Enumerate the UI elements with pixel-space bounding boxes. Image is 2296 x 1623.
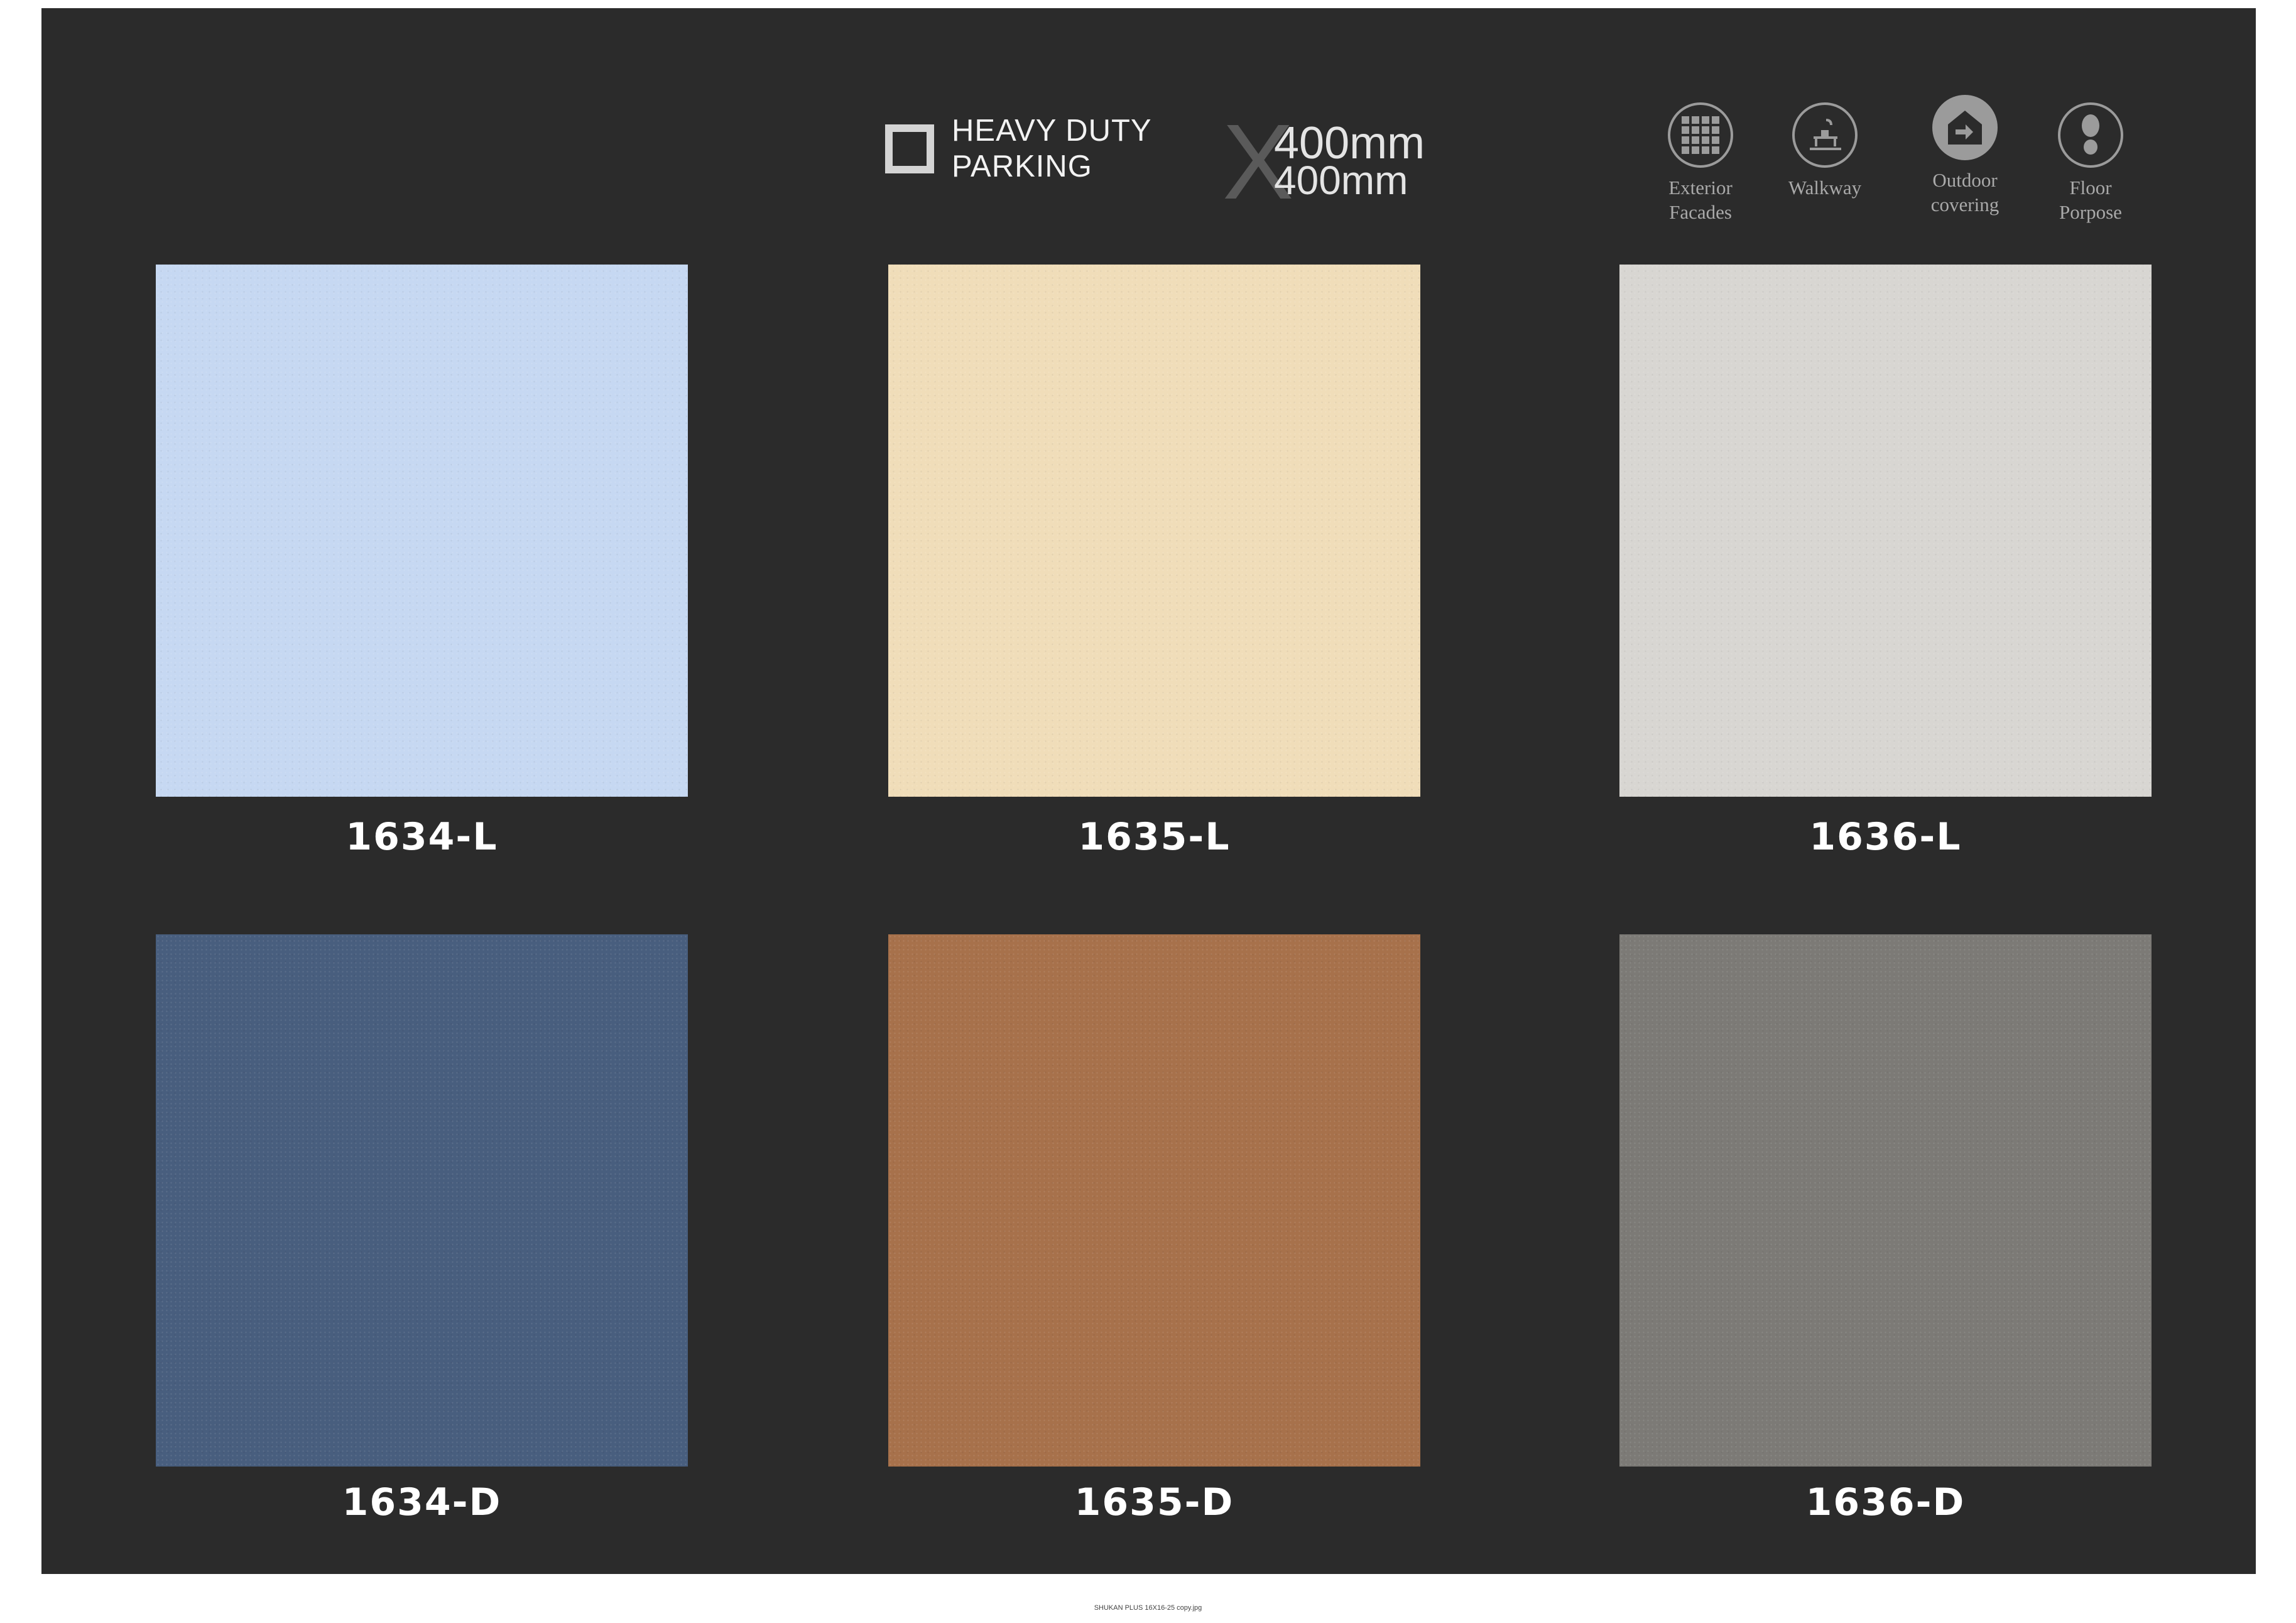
usage-floor-purpose: Floor Porpose <box>2037 102 2144 224</box>
catalog-sheet: HEAVY DUTY PARKING X 400mm 400mm Exterio… <box>41 8 2256 1574</box>
usage-label-line-1: Outdoor <box>1932 169 1998 191</box>
tile-swatch-1636-d <box>1619 934 2152 1467</box>
outdoor-house-icon <box>1932 95 1998 160</box>
tile-code: 1636-D <box>1805 1480 1966 1524</box>
usage-label-line-2: Porpose <box>2059 201 2122 223</box>
tile-code: 1635-D <box>1074 1480 1234 1524</box>
usage-label: Outdoor covering <box>1912 168 2018 217</box>
size-mark: X 400mm 400mm <box>1222 109 1486 216</box>
size-height: 400mm <box>1274 158 1408 203</box>
usage-label: Floor Porpose <box>2037 175 2144 224</box>
footprint-icon <box>2058 102 2123 168</box>
usage-label-line-2: Facades <box>1669 201 1732 223</box>
walkway-icon <box>1792 102 1858 168</box>
usage-label: Exterior Facades <box>1647 175 1754 224</box>
tile-code: 1634-D <box>342 1480 502 1524</box>
tile-swatch-1636-l <box>1619 265 2152 797</box>
badge-text: HEAVY DUTY PARKING <box>952 113 1152 185</box>
heavy-duty-badge: HEAVY DUTY PARKING <box>885 113 1152 185</box>
tile-swatch-1634-d <box>156 934 688 1467</box>
badge-line-1: HEAVY DUTY <box>952 114 1152 148</box>
usage-walkway: Walkway <box>1771 102 1878 200</box>
usage-exterior-facades: Exterior Facades <box>1647 102 1754 224</box>
square-icon <box>885 124 934 173</box>
usage-label: Walkway <box>1771 175 1878 200</box>
tile-code: 1634-L <box>345 815 498 859</box>
usage-outdoor-covering: Outdoor covering <box>1912 95 2018 217</box>
file-name-caption: SHUKAN PLUS 16X16-25 copy.jpg <box>1094 1604 1202 1612</box>
usage-label-line-1: Floor <box>2069 177 2112 199</box>
tile-code: 1636-L <box>1809 815 1962 859</box>
badge-line-2: PARKING <box>952 150 1092 183</box>
usage-label-line-2: covering <box>1930 194 1999 216</box>
tile-swatch-1635-d <box>888 934 1420 1467</box>
usage-label-line-1: Walkway <box>1788 177 1862 199</box>
usage-label-line-1: Exterior <box>1668 177 1733 199</box>
tile-swatch-1634-l <box>156 265 688 797</box>
tile-code: 1635-L <box>1078 815 1231 859</box>
grid-icon <box>1668 102 1733 168</box>
tile-swatch-1635-l <box>888 265 1420 797</box>
